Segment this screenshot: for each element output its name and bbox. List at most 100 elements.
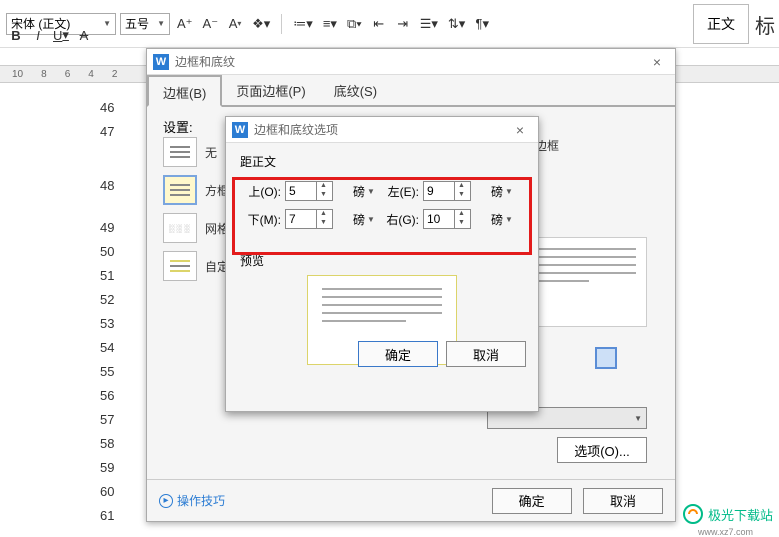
line-num: 49 (100, 220, 114, 236)
ruler-mark: 4 (88, 69, 94, 80)
right-spinner[interactable]: ▲▼ (423, 209, 471, 229)
sort-button[interactable]: ⇅▾ (445, 13, 468, 35)
app-icon: W (232, 122, 248, 138)
close-button[interactable]: × (645, 52, 669, 72)
cancel-button[interactable]: 取消 (583, 488, 663, 514)
spin-up-icon[interactable]: ▲ (455, 182, 468, 191)
tab-page-border[interactable]: 页面边框(P) (222, 75, 319, 105)
decrease-font-button[interactable]: A⁻ (200, 13, 222, 35)
style-box[interactable] (163, 175, 197, 205)
top-label: 上(O): (245, 183, 283, 200)
line-num: 53 (100, 316, 114, 332)
font-size-select[interactable]: 五号 ▼ (120, 13, 170, 35)
top-input[interactable] (286, 184, 316, 198)
style-body-text[interactable]: 正文 (693, 4, 749, 44)
chevron-down-icon: ▼ (367, 187, 375, 196)
preview-apply-icon[interactable] (595, 347, 617, 369)
distance-label: 距正文 (240, 153, 524, 170)
style-custom[interactable] (163, 251, 197, 281)
spin-down-icon[interactable]: ▼ (317, 191, 330, 200)
bullets-button[interactable]: ≔▾ (290, 13, 316, 35)
top-spinner[interactable]: ▲▼ (285, 181, 333, 201)
spin-up-icon[interactable]: ▲ (317, 182, 330, 191)
ribbon-toolbar: 宋体 (正文)▼ 五号▼ A⁺ A⁻ A ▾ ❖▾ ≔▾ ≡▾ ⧉▾ ⇤ ⇥ ☰… (0, 0, 779, 48)
settings-label: 设置: (163, 117, 193, 136)
distance-fieldset: 上(O): ▲▼ 磅▼ 左(E): ▲▼ 磅▼ 下(M): ▲▼ 磅▼ 右(G)… (240, 174, 524, 238)
tab-stop-button[interactable]: ☰▾ (417, 13, 441, 35)
strike-button[interactable]: A (74, 24, 94, 46)
border-options-dialog: W 边框和底纹选项 × 距正文 上(O): ▲▼ 磅▼ 左(E): ▲▼ 磅▼ … (225, 116, 539, 412)
ok-button[interactable]: 确定 (358, 341, 438, 367)
ok-button[interactable]: 确定 (492, 488, 572, 514)
style-heading-label[interactable]: 标 (755, 10, 775, 39)
unit-select[interactable]: 磅▼ (491, 183, 513, 200)
right-label: 右(G): (383, 211, 421, 228)
dialog-titlebar: W 边框和底纹 × (147, 49, 675, 75)
style-none[interactable] (163, 137, 197, 167)
unit-select[interactable]: 磅▼ (353, 183, 381, 200)
change-case-button[interactable]: A ▾ (225, 13, 245, 35)
right-input[interactable] (424, 212, 454, 226)
tab-shading[interactable]: 底纹(S) (320, 75, 391, 105)
underline-button[interactable]: U▾ (50, 24, 72, 46)
increase-font-button[interactable]: A⁺ (174, 13, 196, 35)
ruler-mark: 2 (112, 69, 118, 80)
info-icon: ▸ (159, 494, 173, 508)
border-style-list: 无 方框 ░░░网格 自定 (163, 137, 233, 281)
unit-select[interactable]: 磅▼ (491, 211, 513, 228)
options-button[interactable]: 选项(O)... (557, 437, 647, 463)
spin-up-icon[interactable]: ▲ (455, 210, 468, 219)
ruler-mark: 6 (65, 69, 71, 80)
italic-button[interactable]: I (28, 24, 48, 46)
left-spinner[interactable]: ▲▼ (423, 181, 471, 201)
dialog-titlebar: W 边框和底纹选项 × (226, 117, 538, 143)
chevron-down-icon: ▼ (505, 187, 513, 196)
line-num: 51 (100, 268, 114, 284)
chevron-down-icon: ▼ (157, 19, 165, 28)
bottom-spinner[interactable]: ▲▼ (285, 209, 333, 229)
chevron-down-icon: ▼ (505, 215, 513, 224)
unit-select[interactable]: 磅▼ (353, 211, 381, 228)
tab-border[interactable]: 边框(B) (147, 75, 222, 107)
close-button[interactable]: × (508, 120, 532, 140)
chevron-down-icon: ▼ (634, 414, 642, 423)
spin-down-icon[interactable]: ▼ (455, 191, 468, 200)
spin-up-icon[interactable]: ▲ (317, 210, 330, 219)
indent-inc-button[interactable]: ⇥ (393, 13, 413, 35)
ruler-mark: 8 (41, 69, 47, 80)
style-grid[interactable]: ░░░ (163, 213, 197, 243)
clear-format-button[interactable]: ❖▾ (249, 13, 273, 35)
bold-button[interactable]: B (6, 24, 26, 46)
cancel-button[interactable]: 取消 (446, 341, 526, 367)
bottom-label: 下(M): (245, 211, 283, 228)
chevron-down-icon: ▼ (103, 19, 111, 28)
chevron-down-icon: ▼ (367, 215, 375, 224)
pilcrow-button[interactable]: ¶▾ (472, 13, 492, 35)
watermark-logo: 极光下载站 (682, 503, 773, 525)
ruler-mark: 10 (12, 69, 23, 80)
tips-link[interactable]: ▸ 操作技巧 (159, 492, 225, 509)
dialog-tabs: 边框(B) 页面边框(P) 底纹(S) (147, 75, 675, 107)
bottom-input[interactable] (286, 212, 316, 226)
multilevel-button[interactable]: ⧉▾ (344, 13, 365, 35)
indent-dec-button[interactable]: ⇤ (369, 13, 389, 35)
line-num: 48 (100, 178, 114, 194)
line-num: 50 (100, 244, 114, 260)
font-size-value: 五号 (125, 15, 149, 32)
logo-text: 极光下载站 (708, 505, 773, 524)
left-label: 左(E): (383, 183, 421, 200)
line-num: 54 (100, 340, 114, 356)
logo-url: www.xz7.com (698, 527, 753, 537)
spin-down-icon[interactable]: ▼ (455, 219, 468, 228)
line-num: 46 (100, 100, 114, 116)
line-num: 58 (100, 436, 114, 452)
line-num: 60 (100, 484, 114, 500)
line-num: 57 (100, 412, 114, 428)
tips-label: 操作技巧 (177, 492, 225, 509)
spin-down-icon[interactable]: ▼ (317, 219, 330, 228)
left-input[interactable] (424, 184, 454, 198)
numbering-button[interactable]: ≡▾ (320, 13, 340, 35)
line-num: 56 (100, 388, 114, 404)
dialog-title: 边框和底纹选项 (254, 121, 508, 138)
line-num: 59 (100, 460, 114, 476)
